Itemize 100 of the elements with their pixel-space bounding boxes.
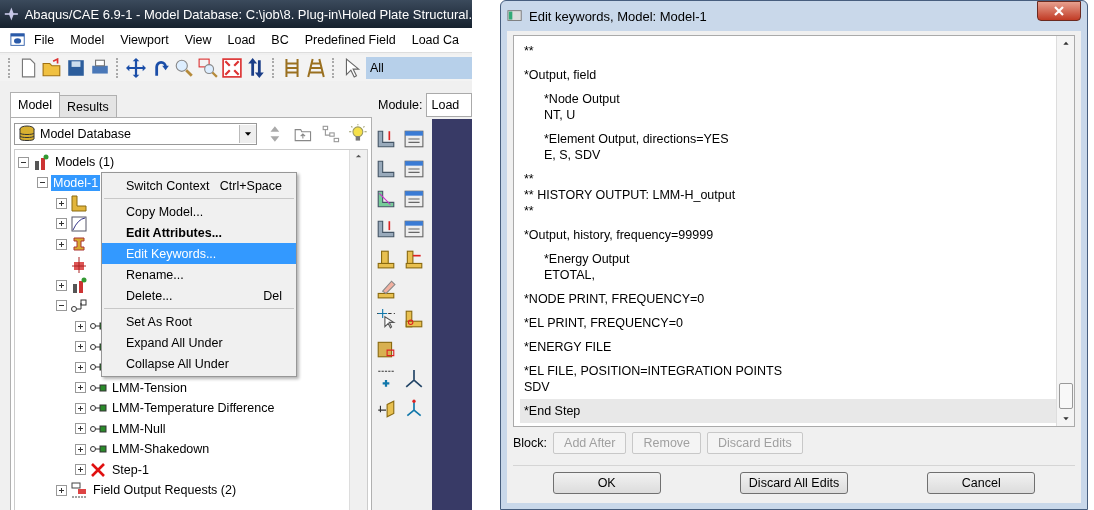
close-button[interactable]: [1037, 1, 1081, 21]
tab[interactable]: Model: [10, 92, 61, 117]
menu-item[interactable]: Rename...: [102, 264, 296, 285]
module-combo[interactable]: Load: [426, 93, 472, 117]
keyword-block[interactable]: *NODE PRINT, FREQUENCY=0: [520, 287, 1056, 311]
table-icon[interactable]: [404, 189, 424, 209]
menu-item[interactable]: Load: [219, 33, 264, 47]
keyword-line: *ENERGY FILE: [524, 339, 613, 355]
expand-icon[interactable]: [75, 443, 86, 455]
keyword-block[interactable]: ** ** HISTORY OUTPUT: LMM-H_output **: [520, 167, 1056, 223]
keyword-line: E, S, SDV: [544, 147, 602, 163]
open-folder-icon[interactable]: [42, 58, 62, 78]
block-arrow-icon[interactable]: [404, 249, 424, 269]
menu-item[interactable]: Model: [62, 33, 113, 47]
ladder-icon[interactable]: [282, 58, 302, 78]
collapse-icon[interactable]: [18, 156, 29, 168]
expand-icon[interactable]: [75, 402, 86, 414]
expand-icon[interactable]: [56, 484, 67, 496]
tree-item[interactable]: LMM-Tension: [110, 379, 190, 396]
keyword-line: *Element Output, directions=YES: [544, 131, 730, 147]
table-icon[interactable]: [404, 129, 424, 149]
scroll-thumb[interactable]: [1058, 383, 1073, 409]
move-icon[interactable]: [126, 58, 146, 78]
bracket-icon[interactable]: [376, 159, 396, 179]
keyword-block[interactable]: *Energy Output ETOTAL,: [520, 247, 1056, 287]
keyword-line: ETOTAL,: [544, 267, 596, 283]
collapse-icon[interactable]: [37, 177, 48, 189]
bracket-load-icon[interactable]: [376, 219, 396, 239]
tree-nodes-icon[interactable]: [320, 124, 341, 144]
keyword-block[interactable]: *ENERGY FILE: [520, 335, 1056, 359]
expand-icon[interactable]: [56, 238, 67, 250]
output-request-icon: [70, 481, 88, 500]
csys-icon[interactable]: [404, 399, 424, 419]
keyword-block[interactable]: *Element Output, directions=YES E, S, SDV: [520, 127, 1056, 167]
eraser-icon[interactable]: [376, 279, 396, 299]
fit-view-icon[interactable]: [222, 58, 242, 78]
tree-item[interactable]: Field Output Requests (2): [91, 482, 239, 499]
save-icon[interactable]: [66, 58, 86, 78]
database-combo[interactable]: Model Database: [14, 123, 257, 145]
keyword-block[interactable]: *Node Output NT, U: [520, 87, 1056, 127]
menu-item[interactable]: File: [26, 33, 63, 47]
menu-item[interactable]: BC: [263, 33, 297, 47]
app-logo-icon: [4, 6, 19, 22]
datum-plane-icon[interactable]: [376, 399, 396, 419]
dialog-button[interactable]: Discard All Edits: [740, 472, 848, 494]
tree-item[interactable]: LMM-Temperature Difference: [110, 400, 277, 417]
keyword-block[interactable]: *End Step: [520, 399, 1056, 423]
tab[interactable]: Results: [59, 95, 117, 117]
menu-item[interactable]: Set As Root: [102, 311, 296, 332]
menu-item[interactable]: Load Ca: [403, 33, 467, 47]
expand-icon[interactable]: [75, 382, 86, 394]
lightbulb-icon[interactable]: [348, 124, 368, 144]
menu-item[interactable]: Copy Model...: [102, 201, 296, 222]
module-label: Module:: [378, 98, 423, 112]
keyword-block[interactable]: *Output, field: [520, 63, 1056, 87]
box-zoom-icon[interactable]: [198, 58, 218, 78]
menu-item[interactable]: Expand All Under: [102, 332, 296, 353]
menu-item[interactable]: Collapse All Under: [102, 353, 296, 374]
keyword-line: *Output, field: [524, 67, 598, 83]
tree-item[interactable]: LMM-Null: [110, 420, 168, 437]
part-icon: [70, 194, 88, 213]
bracket-icon[interactable]: [376, 189, 396, 209]
keyword-block[interactable]: *EL PRINT, FREQUENCY=0: [520, 311, 1056, 335]
keyword-block[interactable]: **: [520, 39, 1056, 63]
swap-arrows-icon[interactable]: [246, 58, 266, 78]
menu-item[interactable]: Delete... Del: [102, 285, 296, 306]
expand-icon[interactable]: [56, 218, 67, 230]
menu-item[interactable]: Edit Attributes...: [102, 222, 296, 243]
keyword-block[interactable]: *EL FILE, POSITION=INTEGRATION POINTS SDV: [520, 359, 1056, 399]
menu-item[interactable]: Predefined Field: [296, 33, 404, 47]
expand-icon[interactable]: [75, 361, 86, 373]
table-icon[interactable]: [404, 159, 424, 179]
block-icon[interactable]: [404, 309, 424, 329]
block-icon[interactable]: [376, 249, 396, 269]
ladder-icon[interactable]: [306, 58, 326, 78]
keyword-block[interactable]: *Output, history, frequency=99999: [520, 223, 1056, 247]
tree-item[interactable]: LMM-Shakedown: [110, 441, 212, 458]
bracket-load-icon[interactable]: [376, 129, 396, 149]
dialog-button[interactable]: Cancel: [927, 472, 1036, 494]
tree-item[interactable]: Models (1): [53, 154, 117, 171]
pick-point-icon[interactable]: [376, 309, 396, 329]
menu-item[interactable]: Switch Context Ctrl+Space: [102, 175, 296, 196]
keywords-editor[interactable]: [513, 35, 1075, 427]
expand-icon[interactable]: [75, 464, 86, 476]
axes-icon[interactable]: [404, 369, 424, 389]
model-tree-icon: [70, 276, 88, 295]
table-icon[interactable]: [404, 219, 424, 239]
collapse-icon[interactable]: [56, 300, 67, 312]
datum-point-icon[interactable]: [376, 369, 396, 389]
expand-icon[interactable]: [75, 423, 86, 435]
expand-icon[interactable]: [75, 341, 86, 353]
menu-item[interactable]: Viewport: [112, 33, 177, 47]
tree-item[interactable]: Step-1: [110, 461, 151, 478]
menu-item[interactable]: View: [176, 33, 220, 47]
expand-icon[interactable]: [75, 320, 86, 332]
solid-block-icon[interactable]: [376, 339, 396, 359]
selection-filter[interactable]: All: [366, 57, 472, 79]
expand-icon[interactable]: [56, 279, 67, 291]
expand-icon[interactable]: [56, 197, 67, 209]
dialog-button[interactable]: OK: [552, 472, 661, 494]
